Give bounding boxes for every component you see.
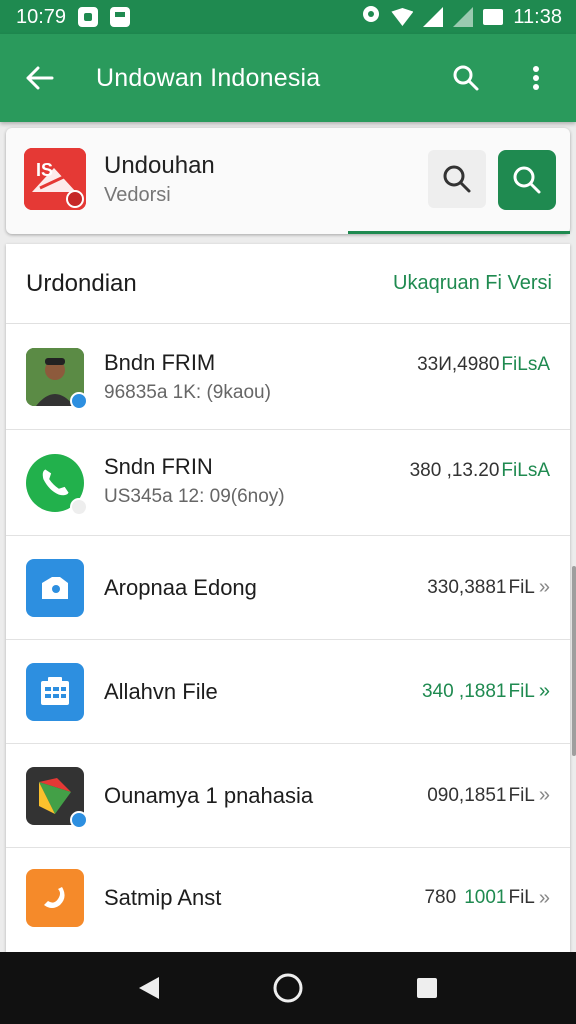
notification-app-icon [78, 7, 99, 27]
list-item[interactable]: Allahvn File 340 ,1881 FiL » [6, 640, 570, 744]
download-list-panel: Urdondian Ukaqruan Fi Versi Bndn FRIM 96… [6, 244, 570, 952]
item-name: Satmip Anst [104, 885, 222, 910]
arrow-left-icon[interactable] [20, 58, 60, 98]
home-nav-icon[interactable] [263, 963, 313, 1013]
app-title: Undowan Indonesia [96, 63, 321, 92]
header-card: IS Undouhan Vedorsi [6, 128, 570, 234]
chevron-right-icon[interactable]: » [539, 887, 550, 910]
verified-badge-icon [70, 391, 88, 410]
play-store-icon [26, 766, 88, 829]
item-meta: 33И,4980 FiLsA [417, 354, 550, 376]
item-size: 330,3881 [427, 576, 507, 598]
signal-secondary-icon [453, 7, 474, 27]
signal-icon [423, 7, 444, 27]
item-size: 380 ,13.20 [409, 460, 500, 481]
item-name: Ounamya 1 pnahasia [104, 782, 314, 808]
item-tag: FiL [508, 680, 535, 702]
phone-icon [26, 453, 88, 516]
chevron-right-icon[interactable]: » [539, 680, 550, 703]
battery-icon [483, 9, 504, 25]
list-item[interactable]: Satmip Anst 780 1001 FiL » [6, 848, 570, 948]
logo-badge-icon [66, 190, 84, 208]
play-badge-icon [70, 810, 88, 829]
status-badge-icon [70, 497, 88, 516]
list-item[interactable]: Ounamya 1 pnahasia 090,1851 FiL » [6, 744, 570, 848]
chevron-right-icon[interactable]: » [539, 784, 550, 807]
item-tag: FiL [508, 576, 535, 598]
item-detail: 96835a 1K: (9kaou) [104, 382, 271, 403]
status-time-left: 10:79 [16, 5, 67, 28]
list-item[interactable]: Sndn FRIN US345a 12: 09(6noy) 380 ,13.20… [6, 430, 570, 536]
header-subtitle: Vedorsi [104, 184, 171, 206]
list-item[interactable]: Bndn FRIM 96835a 1K: (9kaou) 33И,4980 Fi… [6, 324, 570, 430]
status-right: 11:38 [361, 4, 562, 30]
chevron-right-icon[interactable]: » [539, 576, 550, 599]
item-name: Aropnaa Edong [104, 574, 257, 600]
app-logo-icon: IS [24, 148, 86, 210]
status-left: 10:79 [16, 5, 131, 29]
list-header: Urdondian Ukaqruan Fi Versi [6, 244, 570, 324]
search-primary-button[interactable] [498, 150, 556, 210]
list-title: Urdondian [26, 269, 137, 297]
settings-gear-icon [361, 4, 381, 30]
swirl-icon [26, 869, 84, 927]
status-time-right: 11:38 [513, 5, 562, 28]
item-size: 340 ,1881 [421, 680, 507, 702]
scrollbar[interactable] [572, 566, 576, 756]
search-secondary-button[interactable] [428, 150, 486, 208]
search-icon[interactable] [446, 58, 486, 98]
status-bar: 10:79 11:38 [0, 0, 576, 34]
svg-text:IS: IS [36, 160, 53, 180]
item-meta: 330,3881 FiL » [427, 576, 550, 599]
item-name: Sndn FRIN [104, 454, 213, 479]
item-detail: US345a 12: 09(6noy) [104, 486, 285, 507]
item-meta: 340 ,1881 FiL » [422, 680, 550, 703]
recents-nav-icon[interactable] [402, 963, 452, 1013]
item-size: 780 [424, 887, 457, 908]
list-item[interactable]: Aropnaa Edong 330,3881 FiL » [6, 536, 570, 640]
item-size: 33И,4980 [417, 354, 500, 375]
calendar-grid-icon [26, 662, 84, 721]
wifi-icon [391, 8, 414, 26]
search-icon [513, 166, 541, 194]
item-meta: 380 ,13.20 FiLsA [410, 460, 550, 482]
tab-indicator [348, 231, 570, 234]
item-tag: FiL [508, 887, 535, 908]
item-size: 090,1851 [427, 784, 507, 806]
item-meta: 090,1851 FiL » [427, 784, 550, 807]
item-name: Bndn FRIM [104, 350, 216, 375]
app-bar: Undowan Indonesia [0, 34, 576, 122]
versions-link[interactable]: Ukaqruan Fi Versi [393, 272, 552, 295]
item-tag: FiLsA [501, 460, 550, 481]
item-tag: FiL [508, 784, 535, 806]
item-tag: FiLsA [501, 354, 550, 375]
profile-photo-icon [26, 347, 88, 410]
more-vert-icon[interactable] [516, 58, 556, 98]
camera-tag-icon [26, 558, 84, 617]
item-meta: 780 1001 FiL » [424, 887, 550, 910]
navigation-bar [0, 952, 576, 1024]
search-icon [443, 165, 471, 193]
item-size-highlight: 1001 [464, 887, 507, 908]
item-name: Allahvn File [104, 678, 218, 704]
notification-message-icon [110, 7, 131, 27]
header-title: Undouhan [104, 152, 215, 179]
back-nav-icon[interactable] [124, 963, 174, 1013]
